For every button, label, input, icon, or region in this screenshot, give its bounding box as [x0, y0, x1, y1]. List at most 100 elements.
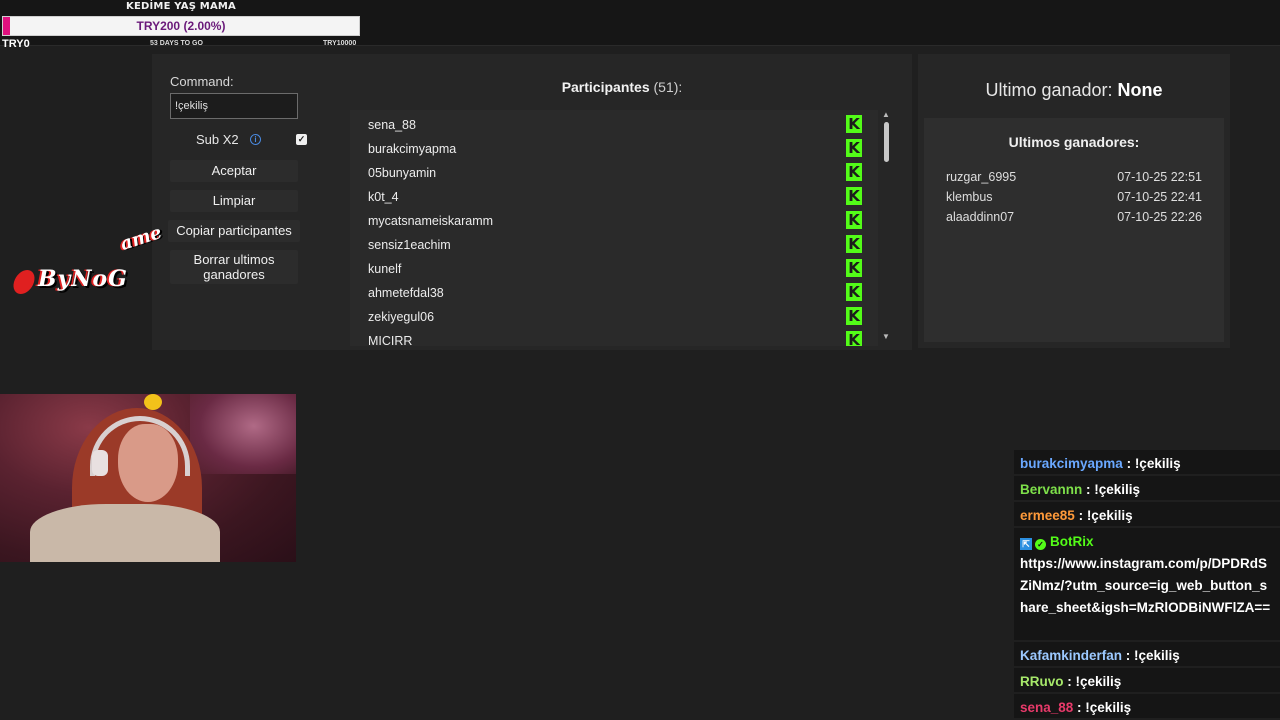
winner-date: 07-10-25 22:26: [1117, 210, 1202, 224]
last-winner-label: Ultimo ganador:: [985, 80, 1113, 100]
goal-progress-text: TRY200 (2.00%): [136, 19, 226, 33]
scroll-down-arrow-icon[interactable]: ▼: [882, 332, 890, 341]
participant-row: sena_88 K: [350, 112, 870, 136]
participants-title: Participantes (51):: [350, 79, 894, 95]
winner-date: 07-10-25 22:41: [1117, 190, 1202, 204]
kick-badge-icon: K: [846, 283, 862, 301]
participants-count: (51):: [653, 79, 683, 95]
kick-badge-icon: K: [846, 139, 862, 157]
goal-start-label: TRY0: [2, 38, 30, 50]
clear-button[interactable]: Limpiar: [170, 190, 298, 212]
winner-row: ruzgar_6995 07-10-25 22:51: [946, 170, 1202, 188]
participant-row: k0t_4 K: [350, 184, 870, 208]
chat-text: !çekiliş: [1134, 456, 1181, 471]
headset-earcup: [92, 450, 108, 476]
chat-text: !çekiliş: [1094, 482, 1141, 497]
last-winner: Ultimo ganador: None: [918, 80, 1230, 101]
goal-progress-bar: TRY200 (2.00%): [2, 16, 360, 36]
chat-username[interactable]: sena_88: [1020, 700, 1073, 715]
kick-badge-icon: K: [846, 307, 862, 325]
chat-message: ⇱ ✓ BotRix https://www.instagram.com/p/DPDR…: [1014, 528, 1280, 640]
chat-message: burakcimyapma : !çekiliş: [1014, 450, 1280, 474]
goal-days-label: 53 DAYS TO GO: [150, 40, 203, 47]
donation-goal-widget: KEDİME YAŞ MAMA TRY200 (2.00%) TRY0 53 D…: [0, 0, 362, 50]
kick-badge-icon: K: [846, 115, 862, 133]
chat-message: Kafamkinderfan : !çekiliş: [1014, 642, 1280, 666]
winner-name: ruzgar_6995: [946, 170, 1017, 184]
participant-name: k0t_4: [368, 190, 399, 204]
accept-button[interactable]: Aceptar: [170, 160, 298, 182]
participant-row: burakcimyapma K: [350, 136, 870, 160]
participant-row: ahmetefdal38 K: [350, 280, 870, 304]
chat-message: Bervannn : !çekiliş: [1014, 476, 1280, 500]
participant-row: mycatsnameiskaramm K: [350, 208, 870, 232]
participants-title-text: Participantes: [561, 79, 650, 95]
chat-message: RRuvo : !çekiliş: [1014, 668, 1280, 692]
participant-row: 05bunyamin K: [350, 160, 870, 184]
participant-row: MICIRR K: [350, 328, 870, 346]
kick-badge-icon: K: [846, 235, 862, 253]
chat-separator: :: [1122, 648, 1135, 663]
background-light: [190, 394, 296, 474]
participants-list[interactable]: sena_88 Kburakcimyapma K 05bunyamin Kk0t_4 Km…: [350, 110, 878, 346]
streamer-body: [30, 504, 220, 562]
goal-target-label: TRY10000: [323, 40, 357, 47]
chat-text: !çekiliş: [1085, 700, 1132, 715]
scroll-up-arrow-icon[interactable]: ▲: [882, 110, 890, 119]
participant-name: MICIRR: [368, 334, 413, 346]
participant-name: ahmetefdal38: [368, 286, 444, 300]
winner-row: alaaddinn07 07-10-25 22:26: [946, 210, 1202, 228]
rubber-duck-icon: [144, 394, 162, 410]
goal-title: KEDİME YAŞ MAMA: [126, 1, 236, 12]
winner-date: 07-10-25 22:51: [1117, 170, 1202, 184]
winners-list-title: Ultimos ganadores:: [1008, 134, 1140, 150]
chat-separator: :: [1082, 482, 1095, 497]
chat-separator: :: [1122, 456, 1135, 471]
winner-row: klembus 07-10-25 22:41: [946, 190, 1202, 208]
chat-separator: :: [1063, 674, 1076, 689]
sub-x2-label: Sub X2: [196, 132, 239, 147]
chat-username[interactable]: Bervannn: [1020, 482, 1082, 497]
chat-text: !çekiliş: [1086, 508, 1133, 523]
scroll-thumb[interactable]: [884, 122, 889, 162]
info-icon[interactable]: i: [250, 134, 261, 145]
chat-text[interactable]: https://www.instagram.com/p/DPDRdSZiNmz/…: [1020, 556, 1270, 615]
chat-message: sena_88 : !çekiliş: [1014, 694, 1280, 718]
participant-name: sena_88: [368, 118, 416, 132]
chat-message: ermee85 : !çekiliş: [1014, 502, 1280, 526]
kick-badge-icon: K: [846, 211, 862, 229]
chat-separator: :: [1073, 700, 1086, 715]
webcam-feed: [0, 394, 296, 562]
participant-row: zekiyegul06 K: [350, 304, 870, 328]
participant-name: burakcimyapma: [368, 142, 457, 156]
participant-row: kunelf K: [350, 256, 870, 280]
verified-badge-icon: ✓: [1035, 539, 1046, 550]
participants-scrollbar[interactable]: ▲ ▼: [880, 110, 892, 346]
chat-text: !çekiliş: [1134, 648, 1180, 663]
winners-list-box: [924, 118, 1224, 342]
kick-badge-icon: K: [846, 163, 862, 181]
last-winner-value: None: [1117, 80, 1163, 100]
participant-row: sensiz1eachim K: [350, 232, 870, 256]
participant-name: mycatsnameiskaramm: [368, 214, 494, 228]
chat-username[interactable]: burakcimyapma: [1020, 456, 1123, 471]
sub-x2-checkbox[interactable]: ✓: [296, 134, 307, 145]
command-input[interactable]: [170, 93, 298, 119]
winner-name: klembus: [946, 190, 993, 204]
logo-mark-icon: [10, 270, 38, 294]
chat-overlay: burakcimyapma : !çekiliş Bervannn : !çeki…: [1014, 450, 1280, 720]
command-label: Command:: [170, 74, 234, 89]
participant-name: 05bunyamin: [368, 166, 437, 180]
chat-username[interactable]: RRuvo: [1020, 674, 1064, 689]
bot-badge-icon: ⇱: [1020, 538, 1032, 550]
chat-username[interactable]: Kafamkinderfan: [1020, 648, 1122, 663]
logo-text: ByNoG: [38, 266, 128, 292]
chat-username[interactable]: ermee85: [1020, 508, 1075, 523]
kick-badge-icon: K: [846, 331, 862, 346]
kick-badge-icon: K: [846, 259, 862, 277]
participant-name: zekiyegul06: [368, 310, 435, 324]
chat-username[interactable]: BotRix: [1050, 534, 1094, 549]
participant-name: kunelf: [368, 262, 402, 276]
kick-badge-icon: K: [846, 187, 862, 205]
winner-name: alaaddinn07: [946, 210, 1015, 224]
